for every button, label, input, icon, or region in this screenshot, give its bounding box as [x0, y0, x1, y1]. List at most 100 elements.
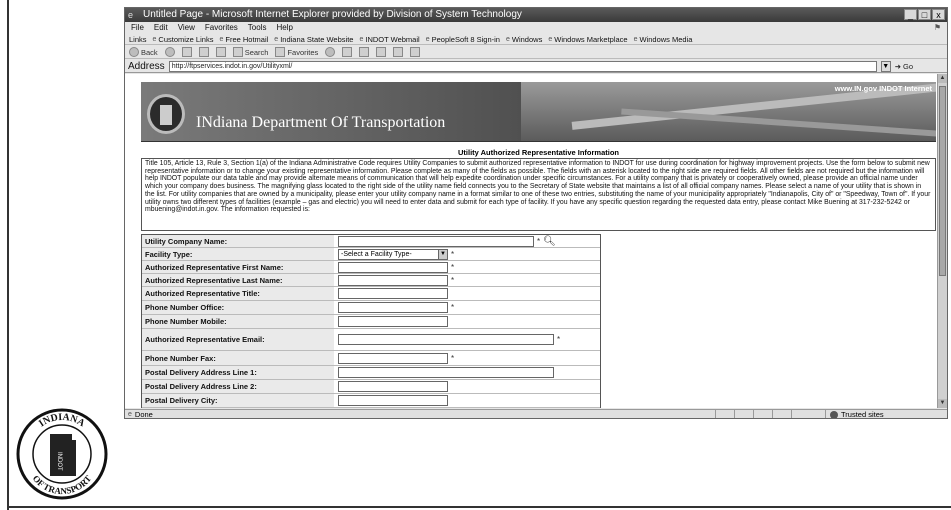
address-line2-input[interactable]	[338, 381, 448, 392]
forward-arrow-icon	[164, 47, 175, 57]
favorites-button[interactable]: Favorites	[275, 46, 318, 59]
phone-mobile-input[interactable]	[338, 316, 448, 327]
vertical-scrollbar[interactable]: ▲ ▼	[937, 74, 947, 408]
scroll-up-icon[interactable]: ▲	[938, 74, 947, 83]
menu-view[interactable]: View	[178, 23, 195, 33]
link-peoplesoft[interactable]: e PeopleSoft 8 Sign-in	[426, 34, 500, 44]
indot-banner: INdiana Department Of Transportation www…	[141, 82, 936, 142]
back-button[interactable]: Back	[129, 46, 158, 59]
go-arrow-icon: ➜	[894, 61, 901, 71]
form-row: Authorized Representative First Name: *	[142, 261, 600, 274]
window-controls: _ □ x	[904, 9, 945, 21]
required-mark: *	[451, 262, 455, 272]
page-icon: e	[548, 35, 553, 43]
form-row: Postal Delivery Address Line 2:	[142, 380, 600, 394]
menu-help[interactable]: Help	[276, 23, 292, 33]
phone-fax-input[interactable]	[338, 352, 448, 364]
magnifying-glass-icon[interactable]: 🔍︎	[543, 236, 556, 247]
windows-flag-icon: ⚑	[933, 23, 941, 32]
form-row: Utility Company Name: * 🔍︎	[142, 235, 600, 248]
field-label: Postal Delivery Address Line 1:	[142, 366, 334, 379]
mail-icon	[342, 47, 353, 57]
address-input[interactable]: http://ftpservices.indot.in.gov/Utilityx…	[168, 60, 877, 72]
address-bar: Address http://ftpservices.indot.in.gov/…	[125, 60, 947, 73]
link-indot-webmail[interactable]: e INDOT Webmail	[359, 34, 419, 44]
print-button[interactable]	[359, 47, 370, 57]
go-button[interactable]: ➜ Go	[895, 60, 913, 73]
stop-button[interactable]	[181, 47, 192, 57]
field-label: Postal Delivery City:	[142, 394, 334, 407]
ie-icon: e	[128, 10, 134, 20]
required-mark: *	[451, 275, 455, 285]
address-line1-input[interactable]	[338, 367, 554, 378]
first-name-input[interactable]	[338, 261, 448, 273]
indot-seal-icon	[147, 94, 185, 134]
close-button[interactable]: x	[932, 9, 945, 20]
window-title: Untitled Page - Microsoft Internet Explo…	[143, 9, 522, 20]
utility-company-name-input[interactable]	[338, 235, 534, 247]
form-row: Phone Number Office: *	[142, 301, 600, 315]
address-dropdown-icon[interactable]: ▼	[880, 60, 891, 72]
form-row: Phone Number Mobile:	[142, 315, 600, 329]
back-arrow-icon	[129, 47, 139, 57]
status-bar: e Done Trusted sites	[125, 409, 947, 419]
field-label: Authorized Representative Email:	[142, 329, 334, 350]
banner-links[interactable]: www.IN.gov INDOT Internet	[835, 84, 932, 93]
facility-type-select[interactable]: -Select a Facility Type- ▼	[338, 248, 448, 260]
menu-bar: File Edit View Favorites Tools Help ⚑	[125, 23, 947, 33]
link-windows[interactable]: e Windows	[506, 34, 542, 44]
star-icon	[275, 47, 286, 57]
zone-text: Trusted sites	[841, 410, 884, 419]
form-row: Postal Delivery City:	[142, 394, 600, 408]
chevron-down-icon: ▼	[438, 249, 447, 259]
link-windows-marketplace[interactable]: e Windows Marketplace	[548, 34, 627, 44]
required-mark: *	[537, 236, 541, 246]
mail-button[interactable]	[342, 47, 353, 57]
scrollbar-thumb[interactable]	[939, 86, 946, 276]
status-text: Done	[134, 409, 153, 419]
phone-office-input[interactable]	[338, 302, 448, 313]
minimize-button[interactable]: _	[904, 9, 917, 20]
messenger-button[interactable]	[410, 47, 421, 57]
link-indiana-state[interactable]: e Indiana State Website	[274, 34, 353, 44]
address-label: Address	[128, 60, 165, 72]
edit-button[interactable]	[376, 47, 387, 57]
page-icon: e	[219, 35, 224, 43]
field-label: Phone Number Mobile:	[142, 315, 334, 328]
menu-tools[interactable]: Tools	[248, 23, 267, 33]
menu-favorites[interactable]: Favorites	[205, 23, 238, 33]
field-label: Postal Delivery Address Line 2:	[142, 380, 334, 393]
city-input[interactable]	[338, 395, 448, 406]
search-button[interactable]: Search	[232, 46, 268, 59]
discuss-icon	[393, 47, 404, 57]
forward-button[interactable]	[164, 47, 175, 57]
slide-bottom-border	[7, 506, 951, 508]
standard-toolbar: Back Search Favorites	[125, 46, 947, 59]
history-icon	[325, 47, 336, 57]
field-label: Facility Type:	[142, 248, 334, 260]
history-button[interactable]	[325, 47, 336, 57]
form-row: Facility Type: -Select a Facility Type- ▼…	[142, 248, 600, 261]
home-icon	[215, 47, 226, 57]
maximize-button[interactable]: □	[918, 9, 931, 20]
discuss-button[interactable]	[393, 47, 404, 57]
menu-edit[interactable]: Edit	[154, 23, 168, 33]
links-label: Links	[129, 35, 147, 44]
title-input[interactable]	[338, 288, 448, 299]
slide: e Untitled Page - Microsoft Internet Exp…	[0, 0, 951, 510]
last-name-input[interactable]	[338, 274, 448, 286]
indiana-state-shape	[50, 434, 76, 476]
title-bar: e Untitled Page - Microsoft Internet Exp…	[125, 8, 947, 22]
form-row: Authorized Representative Title:	[142, 287, 600, 301]
link-windows-media[interactable]: e Windows Media	[634, 34, 693, 44]
scroll-down-icon[interactable]: ▼	[938, 399, 947, 408]
link-hotmail[interactable]: e Free Hotmail	[219, 34, 268, 44]
page-icon: e	[152, 35, 157, 43]
home-button[interactable]	[215, 47, 226, 57]
refresh-icon	[198, 47, 209, 57]
email-input[interactable]	[338, 334, 554, 345]
link-customize[interactable]: e Customize Links	[153, 34, 214, 44]
refresh-button[interactable]	[198, 47, 209, 57]
banner-title: INdiana Department Of Transportation	[196, 114, 446, 131]
menu-file[interactable]: File	[131, 23, 144, 33]
